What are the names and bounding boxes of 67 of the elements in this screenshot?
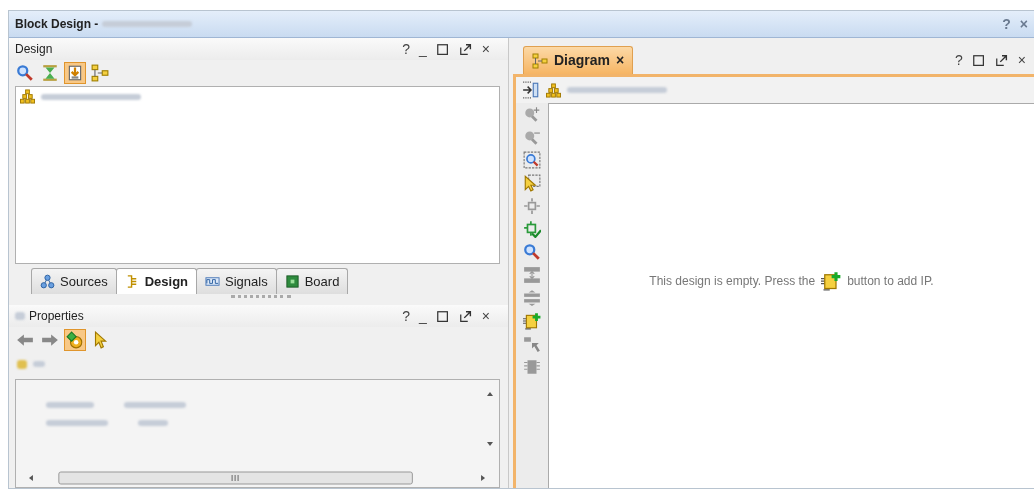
zoom-out-icon [523,128,541,146]
tree-icon [91,64,109,82]
float-window-icon [458,42,473,57]
zoom-in-icon [523,105,541,123]
float-button[interactable] [458,308,473,324]
maximize-icon [971,53,986,68]
collapse-icon [523,266,541,284]
redacted-text [124,402,186,408]
maximize-icon [435,42,450,57]
maximize-button[interactable] [971,52,986,68]
panel-title: Design [15,41,53,58]
panel-tab[interactable]: Design [115,267,198,294]
redacted-text [17,359,27,369]
toolbar-button[interactable] [64,62,86,84]
search-icon [523,243,541,261]
close-button[interactable]: × [481,309,490,323]
redacted-text [15,312,25,320]
minimize-button[interactable]: _ [419,309,427,323]
float-button[interactable] [458,41,473,57]
maximize-button[interactable] [435,308,450,324]
toolbar-button[interactable] [523,243,541,261]
fit-view-icon [523,197,541,215]
toolbar-button[interactable] [522,80,540,100]
window-title: Block Design - [15,16,99,33]
redacted-text [46,420,108,426]
maximize-icon [435,309,450,324]
pyramid-icon [20,89,35,104]
toolbar-button[interactable] [64,329,86,351]
pin-pointer-icon [523,335,541,353]
close-button[interactable]: × [481,42,490,56]
select-area-icon [523,174,541,192]
redacted-text [33,361,45,367]
redacted-text [138,420,168,426]
expand-icon [523,289,541,307]
zoom-fit-icon [523,151,541,169]
panel-tab[interactable]: Signals [196,267,277,294]
float-window-icon [458,309,473,324]
validate-check-icon [523,220,541,238]
add-ip-icon [523,312,541,330]
chip-icon [523,358,541,376]
panel-tab[interactable]: Board [275,267,349,294]
gear-icon [66,331,84,349]
board-icon [284,273,300,289]
add-ip-icon [821,271,842,291]
help-button[interactable]: ? [955,53,963,67]
hourglass-icon [41,64,59,82]
tree-icon [532,52,548,69]
pyramid-icon [546,82,561,98]
help-button[interactable]: ? [402,42,410,56]
empty-message: button to add IP. [847,273,934,290]
panel-tab[interactable]: Sources [31,267,117,294]
float-button[interactable] [994,52,1009,68]
arrow-into-bar-icon [522,81,540,100]
search-icon [16,64,34,82]
help-button[interactable]: ? [1002,17,1011,31]
panel-title: Properties [29,308,84,325]
empty-message: This design is empty. Press the [649,273,816,290]
maximize-button[interactable] [435,41,450,57]
redacted-text [46,402,94,408]
float-window-icon [994,53,1009,68]
close-button[interactable]: × [1017,53,1026,67]
help-button[interactable]: ? [402,309,410,323]
toolbar-button[interactable] [523,151,541,169]
nodes-icon [40,273,55,289]
tab-close-button[interactable]: × [616,50,625,71]
minimize-button[interactable]: _ [419,42,427,56]
diagram-tab[interactable]: Diagram × [523,46,634,74]
